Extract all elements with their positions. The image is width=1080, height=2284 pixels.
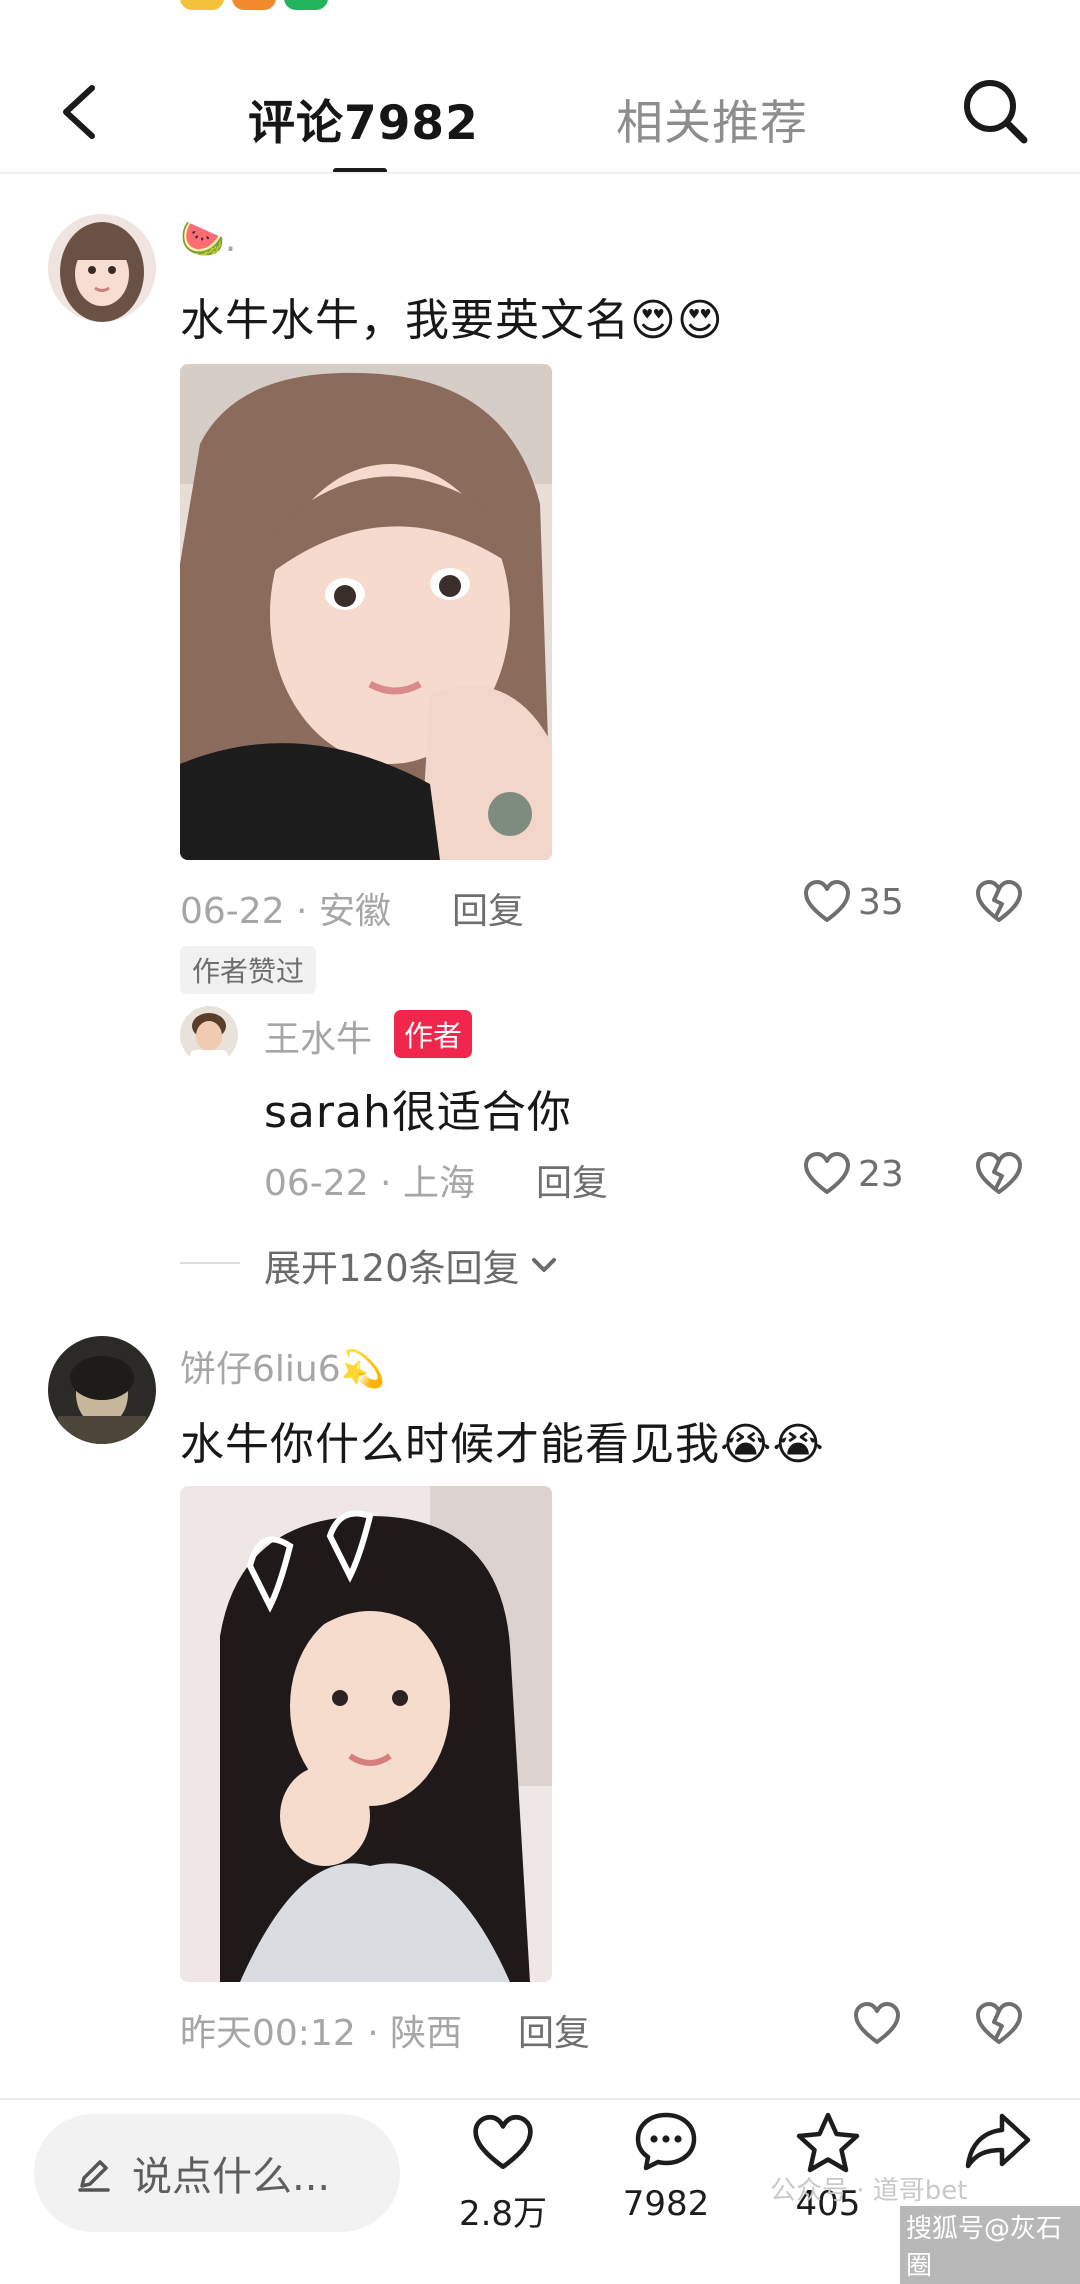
comment-date-location: 06-22 · 安徽	[180, 891, 391, 932]
reply-date-location: 06-22 · 上海	[264, 1163, 475, 1204]
reply-reply-button[interactable]: 回复	[536, 1154, 608, 1206]
comment-photo[interactable]	[180, 364, 552, 860]
avatar[interactable]	[48, 214, 156, 322]
heart-icon[interactable]	[802, 1150, 852, 1196]
status-bar-right	[590, 0, 1020, 6]
status-bar-icons	[180, 0, 328, 10]
reply-username[interactable]: 王水牛	[264, 1010, 372, 1062]
comment-action[interactable]: 7982	[606, 2110, 726, 2224]
dislike-icon[interactable]	[974, 2000, 1024, 2046]
comment-photo[interactable]	[180, 1486, 552, 1982]
reply-avatar-image	[180, 1006, 238, 1064]
comment-photo-image	[180, 1486, 552, 1982]
watermark-sohu: 搜狐号@灰石圈	[900, 2206, 1080, 2284]
reply-text: sarah很适合你	[264, 1087, 572, 1138]
reply-avatar[interactable]	[180, 1006, 238, 1064]
heart-icon[interactable]	[852, 2000, 902, 2046]
comment-text: 水牛水牛，我要英文名😍😍	[180, 295, 724, 346]
like-action-count: 2.8万	[458, 2194, 548, 2234]
comment-username[interactable]: 🍉.	[180, 218, 236, 260]
author-badge: 作者	[394, 1010, 473, 1058]
dislike-icon[interactable]	[974, 1150, 1024, 1196]
chevron-down-icon	[531, 1258, 556, 1272]
comment-text: 水牛你什么时候才能看见我😭😭	[180, 1419, 825, 1470]
heart-icon	[473, 2114, 533, 2170]
comment-photo-image	[180, 364, 552, 860]
share-arrow-icon	[965, 2113, 1031, 2169]
back-arrow-icon[interactable]	[52, 82, 112, 142]
comment-date-location: 昨天00:12 · 陕西	[180, 2013, 463, 2054]
expand-replies-label: 展开120条回复	[264, 1247, 520, 1290]
bottom-divider	[0, 2098, 1080, 2100]
header: 评论7982 相关推荐	[0, 50, 1080, 174]
author-liked-tag: 作者赞过	[180, 946, 317, 994]
comment-action-count: 7982	[622, 2184, 710, 2224]
like-action[interactable]: 2.8万	[443, 2112, 563, 2235]
heart-icon[interactable]	[802, 878, 852, 924]
dislike-icon[interactable]	[974, 878, 1024, 924]
comment-input-placeholder: 说点什么...	[132, 2154, 331, 2200]
avatar[interactable]	[48, 1336, 156, 1444]
expand-replies-button[interactable]: 展开120条回复	[264, 1238, 560, 1292]
tab-related[interactable]: 相关推荐	[616, 84, 808, 153]
reply-button[interactable]: 回复	[518, 2004, 590, 2056]
search-icon[interactable]	[958, 74, 1032, 148]
reply-like-count: 23	[858, 1154, 904, 1195]
avatar-image	[48, 214, 156, 322]
comment-input[interactable]: 说点什么...	[34, 2114, 400, 2232]
star-icon	[796, 2112, 860, 2173]
comment-username[interactable]: 饼仔6liu6💫	[180, 1340, 385, 1392]
expand-divider	[180, 1262, 240, 1264]
pencil-icon	[78, 2160, 110, 2192]
reply-button[interactable]: 回复	[452, 882, 524, 934]
like-count: 35	[858, 882, 904, 923]
comment-bubble-icon	[635, 2112, 697, 2171]
tab-comments[interactable]: 评论7982	[248, 84, 479, 153]
avatar-image	[48, 1336, 156, 1444]
header-divider	[0, 172, 1080, 174]
watermark-official-account: 公众号 · 道哥bet	[770, 2176, 968, 2206]
